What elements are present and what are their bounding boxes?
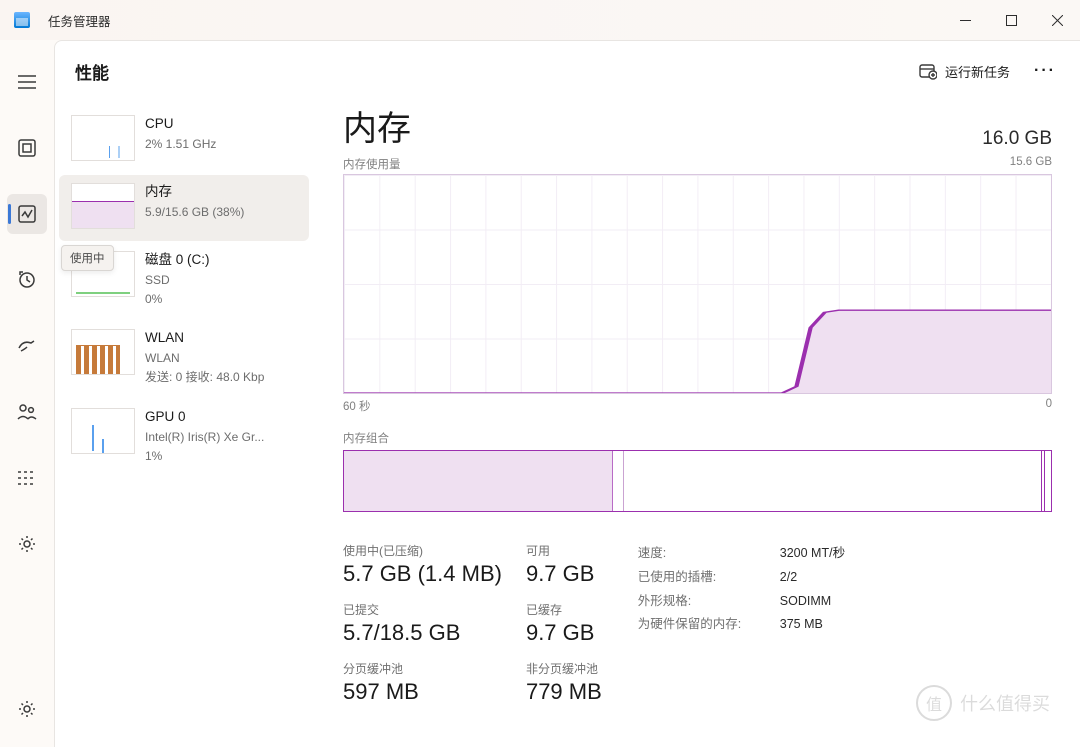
gpu-thumb [71, 408, 135, 454]
hamburger-button[interactable] [7, 62, 47, 102]
composition-used [344, 451, 613, 511]
chart-y-label: 内存使用量 [343, 156, 401, 172]
main-panel: 内存 16.0 GB 内存使用量 15.6 GB 60 秒 0 [315, 101, 1080, 747]
sidebar-item-wlan[interactable]: WLAN WLAN 发送: 0 接收: 48.0 Kbp [59, 321, 309, 397]
chart-x-right: 0 [1046, 398, 1052, 414]
chart-x-left: 60 秒 [343, 398, 371, 414]
composition-label: 内存组合 [343, 430, 1052, 446]
close-button[interactable] [1034, 0, 1080, 40]
detail-capacity: 16.0 GB [982, 128, 1052, 150]
nav-app-history[interactable] [7, 260, 47, 300]
memory-composition-chart[interactable] [343, 450, 1052, 512]
memory-usage-chart[interactable] [343, 174, 1052, 394]
more-button[interactable]: ··· [1030, 56, 1060, 86]
composition-reserved [1041, 451, 1045, 511]
stats-grid: 使用中(已压缩) 5.7 GB (1.4 MB) 可用 9.7 GB 已提交 5… [343, 542, 602, 705]
stat-label: 非分页缓冲池 [526, 660, 602, 677]
stat-label: 可用 [526, 542, 602, 559]
stat-value: 5.7/18.5 GB [343, 620, 502, 646]
sidebar-item-sub2: 0% [145, 291, 210, 308]
app-icon [14, 12, 30, 28]
stat-value: 5.7 GB (1.4 MB) [343, 561, 502, 587]
chart-y-max: 15.6 GB [1010, 156, 1052, 172]
stat-value: 9.7 GB [526, 620, 602, 646]
nav-performance[interactable] [7, 194, 47, 234]
detail-val: 3200 MT/秒 [780, 542, 845, 566]
window-controls [942, 0, 1080, 40]
sidebar-item-label: WLAN [145, 329, 264, 348]
sidebar-item-gpu[interactable]: GPU 0 Intel(R) Iris(R) Xe Gr... 1% [59, 400, 309, 476]
detail-title: 内存 [343, 101, 411, 150]
maximize-button[interactable] [988, 0, 1034, 40]
chart-line [344, 175, 1051, 393]
detail-key: 外形规格: [638, 590, 756, 614]
sidebar-item-label: CPU [145, 115, 216, 134]
nav-processes[interactable] [7, 128, 47, 168]
details-list: 速度: 3200 MT/秒 已使用的插槽: 2/2 外形规格: SODIMM 为硬件保… [638, 542, 845, 705]
tooltip: 使用中 [61, 245, 114, 271]
composition-sep [623, 451, 624, 511]
detail-key: 速度: [638, 542, 756, 566]
sidebar-item-cpu[interactable]: CPU 2% 1.51 GHz [59, 107, 309, 173]
perf-sidebar: CPU 2% 1.51 GHz 内存 5.9/15.6 GB (38%) 使用中 [55, 101, 315, 747]
stat-label: 分页缓冲池 [343, 660, 502, 677]
page-header: 性能 运行新任务 ··· [55, 41, 1080, 101]
sidebar-item-label: 内存 [145, 183, 244, 202]
nav-startup[interactable] [7, 326, 47, 366]
run-task-label: 运行新任务 [945, 62, 1010, 81]
sidebar-item-sub: Intel(R) Iris(R) Xe Gr... [145, 429, 264, 446]
page-title: 性能 [75, 59, 109, 84]
stat-value: 597 MB [343, 679, 502, 705]
nav-services[interactable] [7, 524, 47, 564]
detail-val: 2/2 [780, 566, 797, 590]
nav-users[interactable] [7, 392, 47, 432]
stat-label: 使用中(已压缩) [343, 542, 502, 559]
run-new-task-button[interactable]: 运行新任务 [909, 56, 1020, 87]
sidebar-item-sub: 5.9/15.6 GB (38%) [145, 204, 244, 221]
stat-label: 已提交 [343, 601, 502, 618]
sidebar-item-label: GPU 0 [145, 408, 264, 427]
settings-button[interactable] [7, 689, 47, 729]
stat-value: 779 MB [526, 679, 602, 705]
wlan-thumb [71, 329, 135, 375]
minimize-button[interactable] [942, 0, 988, 40]
detail-key: 已使用的插槽: [638, 566, 756, 590]
stat-value: 9.7 GB [526, 561, 602, 587]
nav-rail [0, 40, 54, 747]
stat-label: 已缓存 [526, 601, 602, 618]
sidebar-item-sub2: 发送: 0 接收: 48.0 Kbp [145, 369, 264, 386]
sidebar-item-label: 磁盘 0 (C:) [145, 251, 210, 270]
sidebar-item-sub: WLAN [145, 350, 264, 367]
sidebar-item-memory[interactable]: 内存 5.9/15.6 GB (38%) [59, 175, 309, 241]
detail-key: 为硬件保留的内存: [638, 613, 756, 637]
nav-details[interactable] [7, 458, 47, 498]
sidebar-item-sub: SSD [145, 272, 210, 289]
titlebar: 任务管理器 [0, 0, 1080, 40]
app-title: 任务管理器 [48, 11, 111, 30]
memory-thumb [71, 183, 135, 229]
detail-val: SODIMM [780, 590, 831, 614]
sidebar-item-sub: 2% 1.51 GHz [145, 136, 216, 153]
detail-val: 375 MB [780, 613, 823, 637]
sidebar-item-sub2: 1% [145, 448, 264, 465]
run-task-icon [919, 62, 937, 80]
cpu-thumb [71, 115, 135, 161]
